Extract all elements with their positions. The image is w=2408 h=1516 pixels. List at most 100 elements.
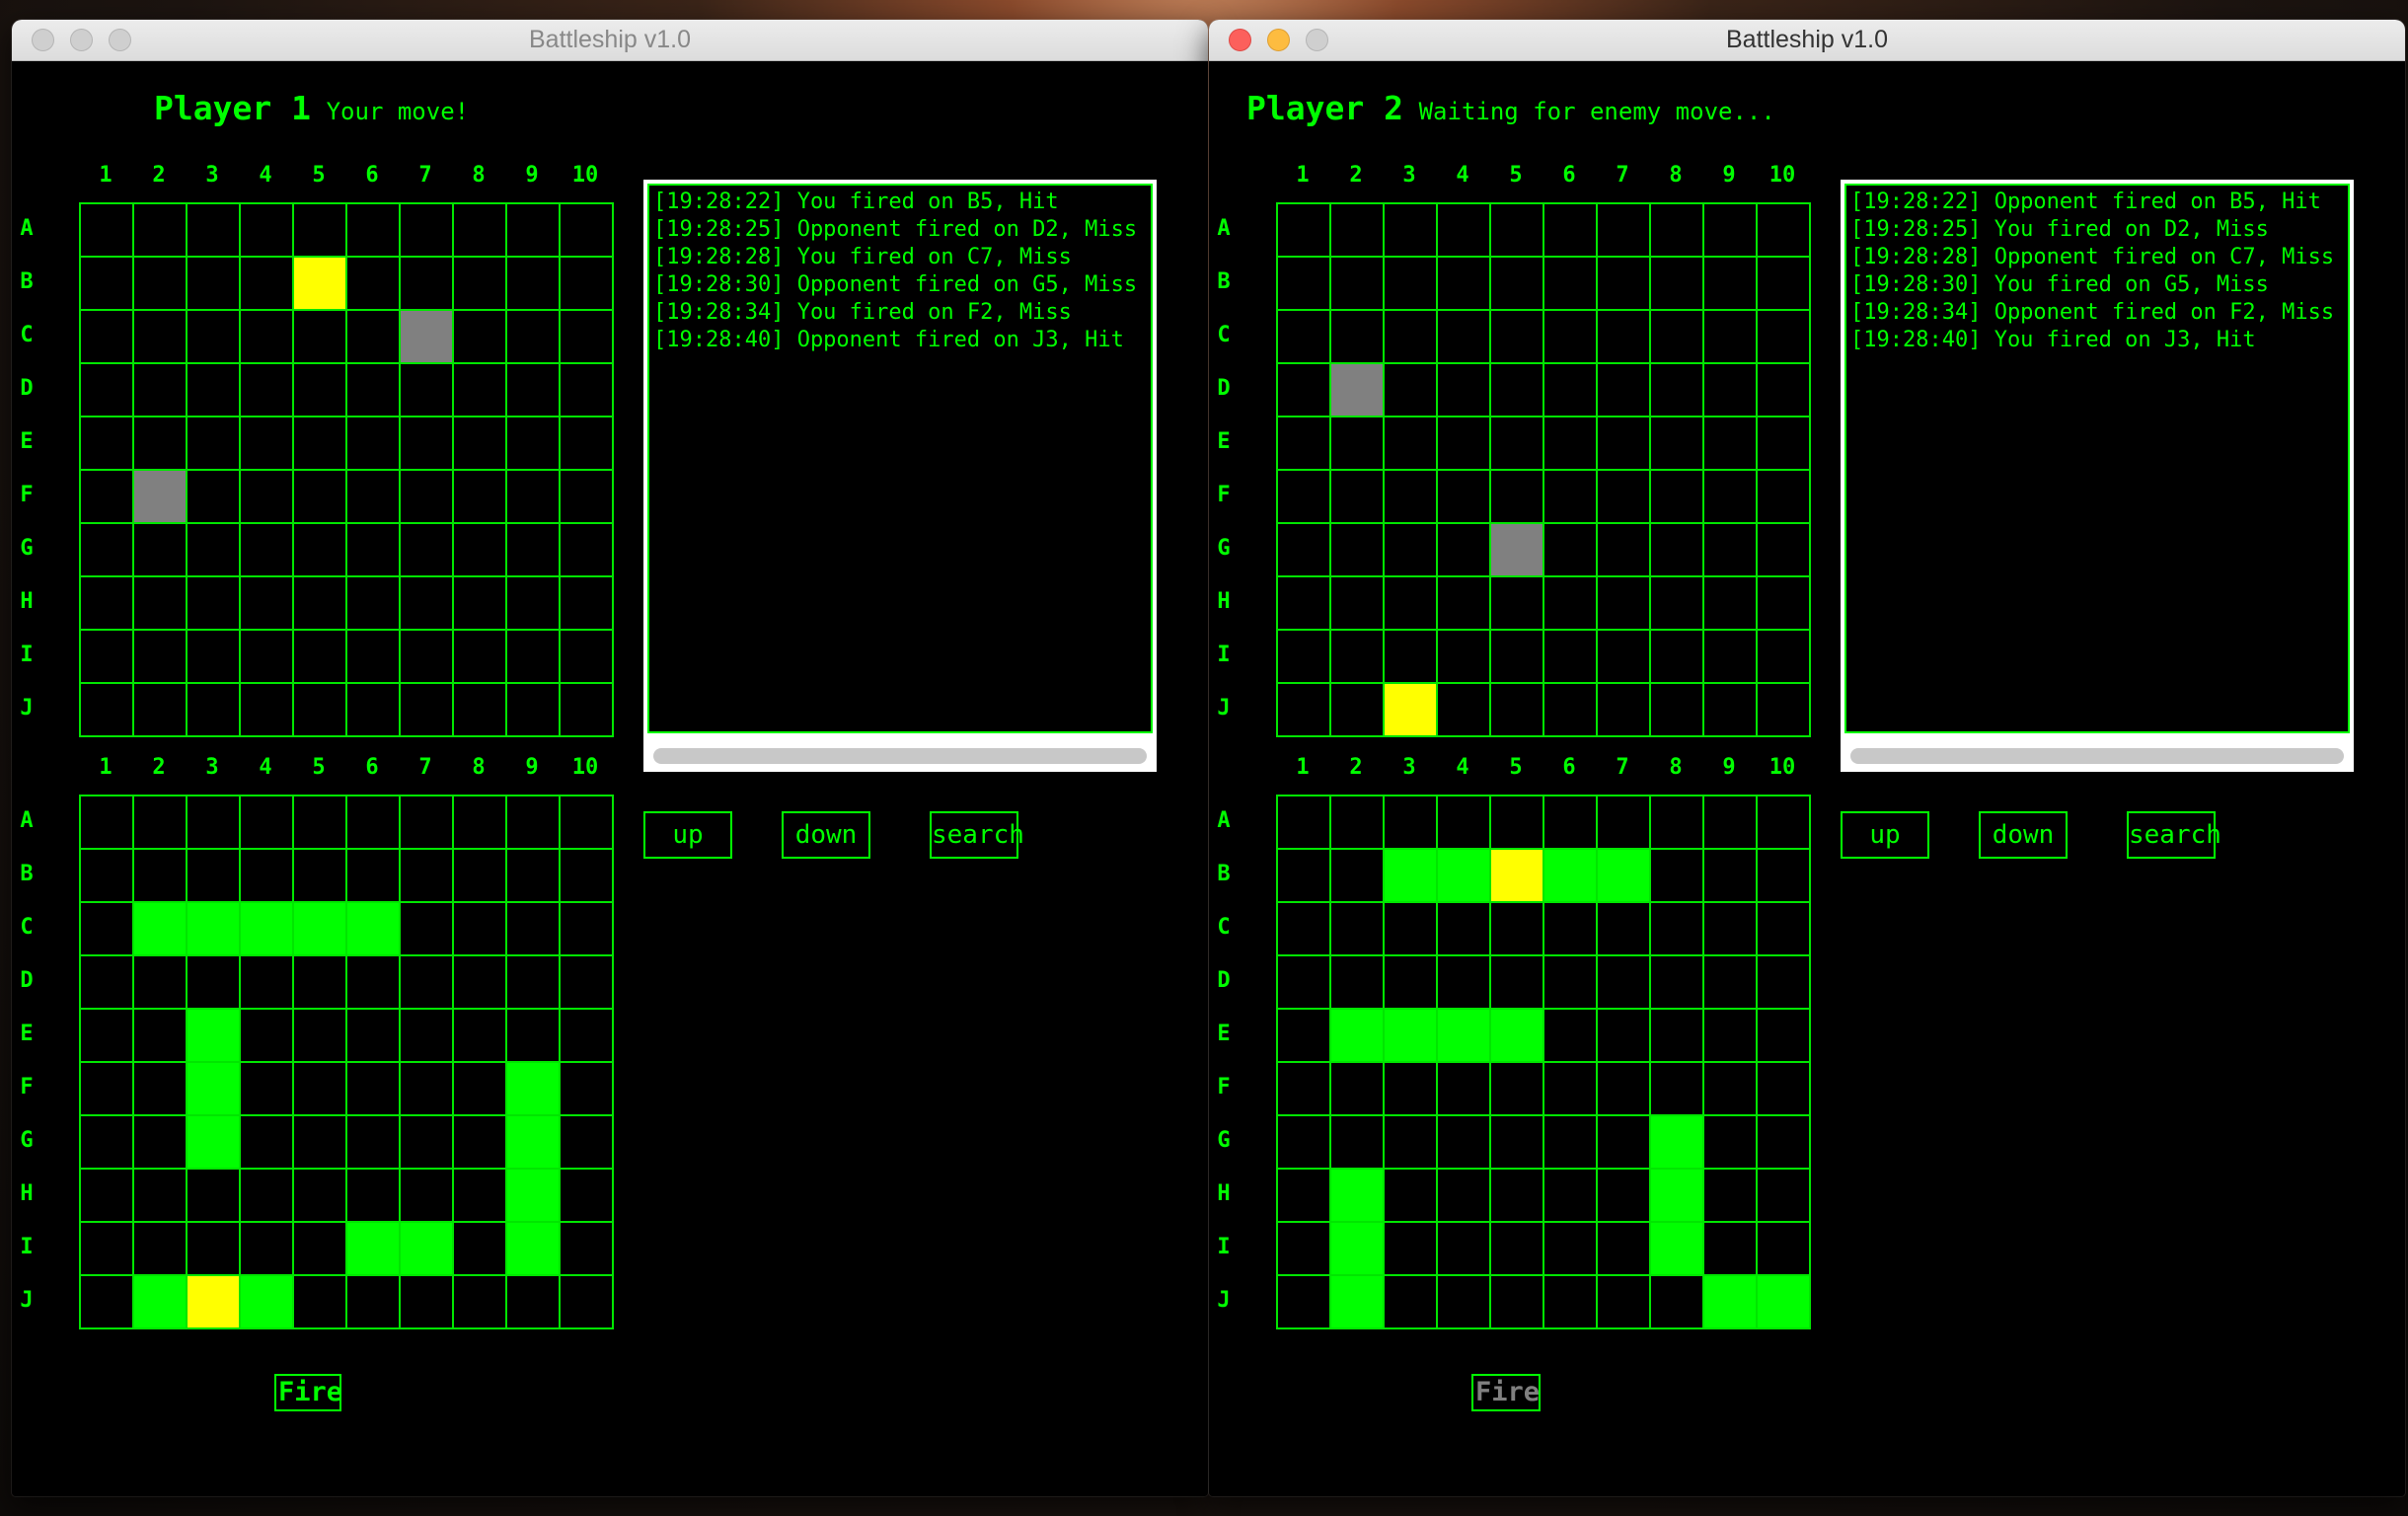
grid-cell-d2[interactable] (1331, 956, 1385, 1010)
grid-cell-f10[interactable] (561, 471, 614, 524)
grid-cell-c4[interactable] (241, 311, 294, 364)
grid-cell-d10[interactable] (561, 956, 614, 1010)
grid-cell-i4[interactable] (1438, 1223, 1491, 1276)
grid-cell-f9[interactable] (1704, 1063, 1758, 1116)
grid-cell-c5[interactable] (294, 311, 347, 364)
grid-cell-c9[interactable] (1704, 903, 1758, 956)
grid-cell-i2[interactable] (134, 1223, 188, 1276)
grid-cell-j3[interactable] (188, 684, 241, 737)
grid-cell-h3[interactable] (188, 577, 241, 631)
grid-cell-j3-hit[interactable] (188, 1276, 241, 1329)
grid-cell-i2[interactable] (134, 631, 188, 684)
grid-cell-f8[interactable] (454, 1063, 507, 1116)
search-button[interactable]: search (930, 811, 1024, 859)
grid-cell-f3-ship[interactable] (188, 1063, 241, 1116)
grid-cell-f10[interactable] (561, 1063, 614, 1116)
grid-cell-e6[interactable] (1544, 417, 1598, 471)
grid-cell-a10[interactable] (561, 796, 614, 850)
grid-cell-j5[interactable] (294, 1276, 347, 1329)
grid-cell-d6[interactable] (1544, 364, 1598, 417)
grid-cell-g7[interactable] (1598, 1116, 1651, 1170)
grid-cell-g8[interactable] (1651, 524, 1704, 577)
grid-cell-i6[interactable] (347, 631, 401, 684)
grid-cell-i10[interactable] (1758, 631, 1811, 684)
grid-cell-j4[interactable] (241, 684, 294, 737)
grid-cell-h1[interactable] (81, 1170, 134, 1223)
grid-cell-b6[interactable] (347, 258, 401, 311)
grid-cell-h5[interactable] (1491, 577, 1544, 631)
grid-cell-i3[interactable] (188, 1223, 241, 1276)
grid-cell-h10[interactable] (1758, 1170, 1811, 1223)
window-titlebar[interactable]: Battleship v1.0 (12, 20, 1208, 61)
grid-cell-a8[interactable] (454, 796, 507, 850)
grid-cell-f2[interactable] (1331, 1063, 1385, 1116)
grid-cell-i6[interactable] (1544, 631, 1598, 684)
grid-cell-h8[interactable] (1651, 577, 1704, 631)
grid-cell-j1[interactable] (1278, 684, 1331, 737)
grid-cell-b9[interactable] (1704, 258, 1758, 311)
grid-cell-b7[interactable] (401, 258, 454, 311)
grid-cell-a7[interactable] (1598, 796, 1651, 850)
grid-cell-g9-ship[interactable] (507, 1116, 561, 1170)
grid-cell-e5-ship[interactable] (1491, 1010, 1544, 1063)
grid-cell-a9[interactable] (507, 796, 561, 850)
grid-cell-f1[interactable] (1278, 1063, 1331, 1116)
grid-cell-h7[interactable] (1598, 1170, 1651, 1223)
grid-cell-f2[interactable] (1331, 471, 1385, 524)
grid-cell-h5[interactable] (1491, 1170, 1544, 1223)
grid-cell-h6[interactable] (347, 577, 401, 631)
grid-cell-e1[interactable] (1278, 417, 1331, 471)
fire-button[interactable]: Fire (1471, 1374, 1541, 1411)
grid-cell-c2-ship[interactable] (134, 903, 188, 956)
grid-cell-j6[interactable] (1544, 684, 1598, 737)
grid-cell-c1[interactable] (81, 311, 134, 364)
grid-cell-e3[interactable] (188, 417, 241, 471)
grid-cell-b6[interactable] (1544, 258, 1598, 311)
grid-cell-c2[interactable] (134, 311, 188, 364)
grid-cell-h7[interactable] (401, 577, 454, 631)
grid-cell-e8[interactable] (1651, 417, 1704, 471)
grid-cell-e5[interactable] (1491, 417, 1544, 471)
grid-cell-j6[interactable] (347, 1276, 401, 1329)
grid-cell-f10[interactable] (1758, 1063, 1811, 1116)
grid-cell-a3[interactable] (188, 796, 241, 850)
grid-cell-e4-ship[interactable] (1438, 1010, 1491, 1063)
grid-cell-b5-hit[interactable] (1491, 850, 1544, 903)
grid-cell-f5[interactable] (1491, 1063, 1544, 1116)
grid-cell-h4[interactable] (1438, 577, 1491, 631)
grid-cell-d2-miss[interactable] (1331, 364, 1385, 417)
grid-cell-b4[interactable] (241, 258, 294, 311)
grid-cell-i3[interactable] (1385, 631, 1438, 684)
grid-cell-h7[interactable] (401, 1170, 454, 1223)
grid-cell-d4[interactable] (1438, 956, 1491, 1010)
up-button[interactable]: up (643, 811, 732, 859)
grid-cell-f4[interactable] (241, 471, 294, 524)
fire-button[interactable]: Fire (274, 1374, 342, 1411)
grid-cell-b7[interactable] (401, 850, 454, 903)
grid-cell-a1[interactable] (81, 204, 134, 258)
grid-cell-g3[interactable] (1385, 524, 1438, 577)
grid-cell-a8[interactable] (454, 204, 507, 258)
grid-cell-h10[interactable] (1758, 577, 1811, 631)
grid-cell-i4[interactable] (241, 1223, 294, 1276)
grid-cell-c10[interactable] (1758, 311, 1811, 364)
grid-cell-j1[interactable] (81, 684, 134, 737)
grid-cell-c8[interactable] (454, 903, 507, 956)
grid-cell-a4[interactable] (241, 204, 294, 258)
grid-cell-a4[interactable] (1438, 204, 1491, 258)
grid-cell-a8[interactable] (1651, 796, 1704, 850)
grid-cell-a2[interactable] (134, 204, 188, 258)
grid-cell-d2[interactable] (134, 364, 188, 417)
grid-cell-h4[interactable] (241, 577, 294, 631)
grid-cell-g8-ship[interactable] (1651, 1116, 1704, 1170)
grid-cell-d1[interactable] (81, 956, 134, 1010)
grid-cell-c1[interactable] (1278, 903, 1331, 956)
grid-cell-h1[interactable] (81, 577, 134, 631)
grid-cell-h9[interactable] (1704, 577, 1758, 631)
grid-cell-c1[interactable] (81, 903, 134, 956)
grid-cell-a7[interactable] (401, 204, 454, 258)
grid-cell-f4[interactable] (1438, 1063, 1491, 1116)
grid-cell-h2[interactable] (134, 1170, 188, 1223)
grid-cell-h3[interactable] (1385, 1170, 1438, 1223)
grid-cell-b8[interactable] (1651, 850, 1704, 903)
